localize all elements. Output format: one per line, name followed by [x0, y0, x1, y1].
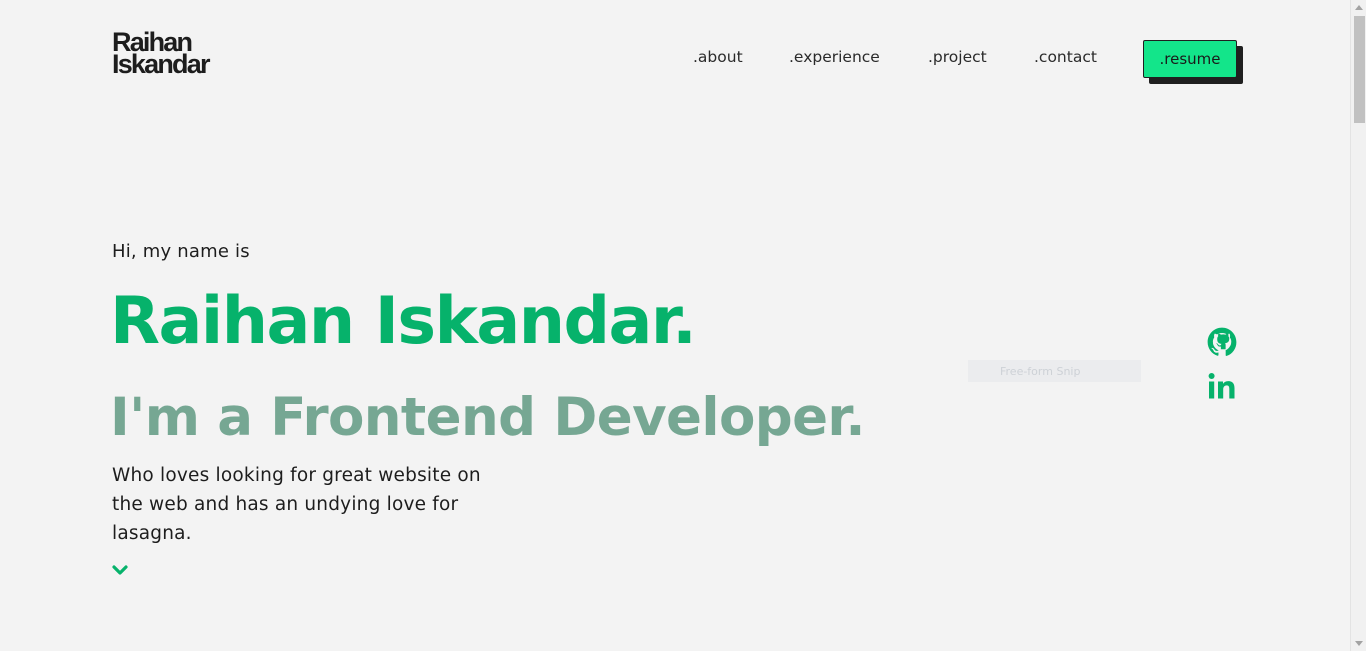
resume-button-wrapper: .resume [1143, 40, 1243, 85]
chevron-down-icon[interactable] [112, 563, 128, 577]
scrollbar-thumb[interactable] [1354, 16, 1365, 123]
page-scrollbar[interactable] [1350, 0, 1366, 651]
site-logo[interactable]: Raihan Iskandar [112, 29, 232, 79]
free-form-snip-toolbar[interactable]: Free-form Snip [968, 360, 1141, 382]
main-nav: .about .experience .project .contact [693, 48, 1097, 70]
nav-project-link[interactable]: .project [928, 48, 1034, 70]
resume-button[interactable]: .resume [1143, 40, 1237, 78]
scroll-up-arrow-icon[interactable] [1355, 5, 1363, 10]
nav-experience-link[interactable]: .experience [789, 48, 928, 70]
hero-description: Who loves looking for great website on t… [112, 465, 481, 544]
page: Raihan Iskandar .about .experience .proj… [0, 0, 1366, 651]
hero-role: I'm a Frontend Developer. [110, 387, 866, 448]
linkedin-icon[interactable] [1208, 372, 1236, 400]
nav-contact-link[interactable]: .contact [1034, 48, 1097, 70]
github-icon[interactable] [1207, 327, 1237, 357]
scroll-down-arrow-icon[interactable] [1355, 641, 1363, 646]
logo-line-2: Iskandar [112, 49, 210, 79]
hero-name: Raihan Iskandar. [110, 284, 697, 359]
nav-about-link[interactable]: .about [693, 48, 789, 70]
hero-greeting: Hi, my name is [112, 241, 250, 262]
snip-label: Free-form Snip [1000, 364, 1081, 378]
